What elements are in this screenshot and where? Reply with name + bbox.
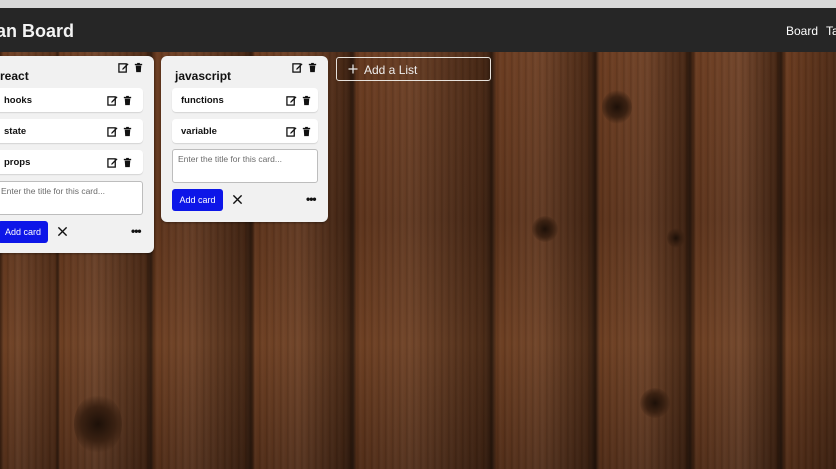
list-react: react hooks state props Enter the title … [0,56,154,253]
trash-icon[interactable] [301,126,312,137]
board: react hooks state props Enter the title … [0,52,836,469]
more-options-button[interactable]: ••• [306,192,317,206]
edit-icon[interactable] [107,157,118,168]
card[interactable]: state [0,119,143,143]
trash-icon[interactable] [122,157,133,168]
edit-icon[interactable] [292,62,303,73]
edit-icon[interactable] [118,62,129,73]
list-header: react [0,56,154,88]
nav-board[interactable]: Board [786,24,818,38]
card[interactable]: props [0,150,143,174]
add-list-label: Add a List [364,63,418,77]
card-title-input[interactable] [0,181,143,215]
card-title: functions [181,95,224,106]
plus-icon [348,64,358,74]
add-list-button[interactable]: Add a List [336,57,491,81]
edit-icon[interactable] [286,126,297,137]
app-title: nban Board [0,21,75,41]
edit-icon[interactable] [107,95,118,106]
card-title: variable [181,126,217,137]
list-header: javascript [161,56,328,88]
more-options-button[interactable]: ••• [131,224,142,238]
list-title: javascript [175,69,232,83]
trash-icon[interactable] [133,62,144,73]
card-title: state [4,126,27,137]
list-title: react [0,69,29,83]
trash-icon[interactable] [122,126,133,137]
card-title-input[interactable] [172,149,318,183]
trash-icon[interactable] [307,62,318,73]
list-javascript: javascript functions variable Enter the … [161,56,328,222]
card[interactable]: functions [172,88,318,112]
card[interactable]: variable [172,119,318,143]
close-icon[interactable] [232,194,243,205]
add-card-button[interactable]: Add card [172,189,223,211]
edit-icon[interactable] [107,126,118,137]
app-header: nban Board Board Ta [0,8,836,52]
card[interactable]: hooks [0,88,143,112]
trash-icon[interactable] [301,95,312,106]
edit-icon[interactable] [286,95,297,106]
nav-ta[interactable]: Ta [826,24,836,38]
close-icon[interactable] [57,226,68,237]
card-title: hooks [4,95,32,106]
trash-icon[interactable] [122,95,133,106]
add-card-button[interactable]: Add card [0,221,48,243]
card-title: props [4,157,31,168]
